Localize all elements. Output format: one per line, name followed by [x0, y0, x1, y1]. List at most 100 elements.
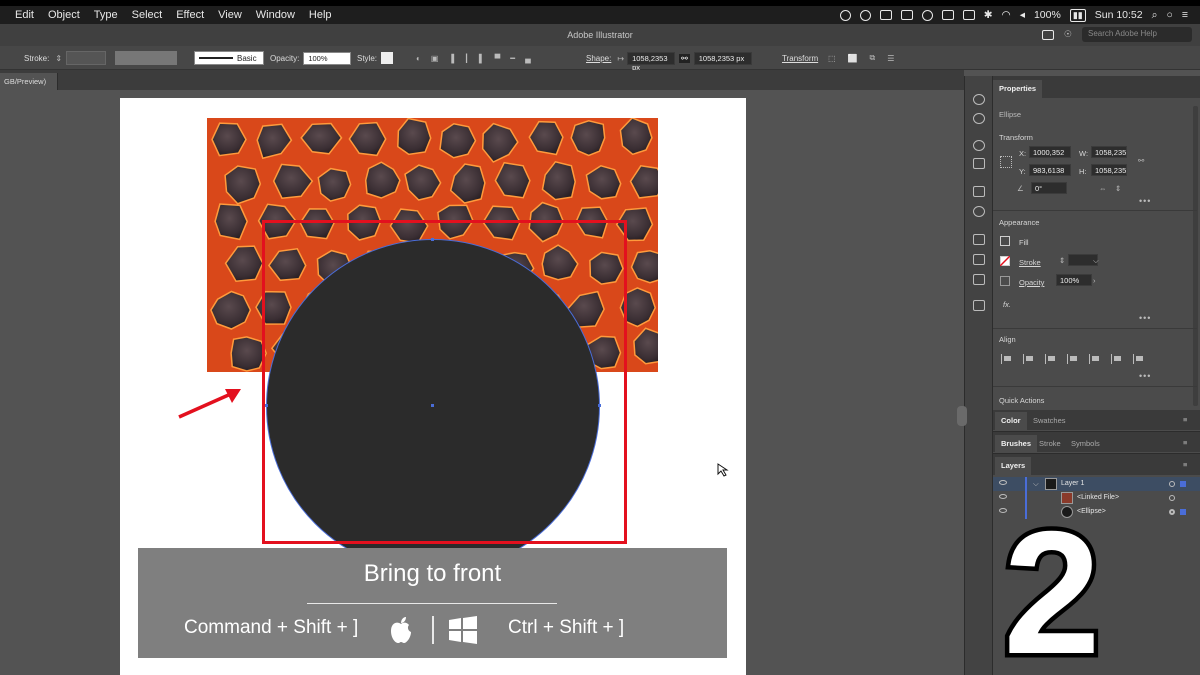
align-top-icon[interactable]: ▀ [495, 54, 501, 63]
color-panel-menu-icon[interactable]: ≡ [1183, 415, 1187, 424]
align-bottom-icon[interactable]: ▄ [525, 54, 531, 63]
record-icon[interactable] [839, 9, 851, 21]
target-circle-icon[interactable] [1169, 481, 1175, 487]
arrange-icon[interactable]: ⧉ [870, 53, 876, 63]
align-horizontal-center-icon[interactable] [1045, 354, 1057, 364]
tab-symbols[interactable]: Symbols [1065, 435, 1106, 453]
canvas[interactable]: Bring to front Command + Shift + ] Ctrl … [0, 90, 964, 675]
graphic-style-swatch[interactable] [381, 52, 394, 64]
menu-view[interactable]: View [211, 9, 249, 21]
selection-square-icon[interactable] [1180, 481, 1186, 487]
y-field[interactable]: 983,6138 [1029, 164, 1071, 176]
menu-list-icon[interactable]: ≡ [1182, 9, 1188, 21]
layer-row[interactable]: <Linked File> [993, 491, 1200, 505]
battery-icon[interactable]: ▮▮ [1069, 8, 1086, 22]
user-icon[interactable]: ○ [1167, 9, 1173, 21]
panel-menu-icon[interactable]: ☰ [887, 54, 894, 63]
tab-layers[interactable]: Layers [995, 457, 1032, 475]
align-right-edge-icon[interactable] [1067, 354, 1079, 364]
tab-stroke[interactable]: Stroke [1033, 435, 1067, 453]
panel-collapse-handle[interactable] [957, 406, 967, 426]
align-to-selection-icon[interactable] [1001, 354, 1013, 364]
stroke-weight-stepper-icon[interactable]: ⇕ [1059, 256, 1065, 265]
stroke-swatch[interactable] [1000, 256, 1010, 266]
wifi-icon[interactable]: ◠ [1002, 9, 1011, 21]
align-left-icon[interactable]: ▐ [448, 54, 454, 63]
libraries-icon[interactable] [973, 140, 985, 151]
appearance-stroke-label[interactable]: Stroke [1019, 258, 1041, 267]
selection-square-icon[interactable] [1180, 509, 1186, 515]
opacity-field[interactable]: 100% [303, 51, 352, 65]
properties-gear-icon[interactable] [973, 94, 985, 105]
opacity-expand-icon[interactable]: › [1093, 276, 1096, 285]
recolor-icon[interactable]: ◐ [416, 54, 421, 63]
transform-more-icon[interactable]: ••• [1139, 196, 1151, 206]
stroke-weight-dropdown-icon[interactable]: ⌵ [1093, 256, 1099, 266]
menu-help[interactable]: Help [302, 9, 339, 21]
transform-link[interactable]: Transform [782, 54, 818, 63]
keyboard-icon[interactable] [941, 10, 954, 20]
align-panel-icon[interactable] [973, 234, 985, 245]
shape-width-field[interactable]: 1058,2353 px [627, 51, 676, 72]
tab-brushes[interactable]: Brushes [995, 435, 1038, 453]
align-left-edge-icon[interactable] [1023, 354, 1035, 364]
tab-properties[interactable]: Properties [993, 80, 1043, 98]
align-middle-icon[interactable]: ━ [510, 54, 515, 63]
brushes-panel-menu-icon[interactable]: ≡ [1183, 438, 1187, 447]
search-icon[interactable]: ⌕ [1152, 9, 1158, 22]
tab-swatches[interactable]: Swatches [1027, 412, 1072, 430]
flip-horizontal-icon[interactable]: ⇔ [1099, 184, 1107, 193]
w-field[interactable]: 1058,235 [1091, 146, 1127, 158]
flip-vertical-icon[interactable]: ⇕ [1115, 184, 1121, 193]
align-more-icon[interactable]: ••• [1139, 371, 1151, 381]
tab-color[interactable]: Color [995, 412, 1027, 430]
visibility-eye-icon[interactable] [999, 480, 1007, 485]
airplay-icon[interactable] [962, 10, 975, 20]
export-icon[interactable] [973, 300, 985, 311]
screen-icon[interactable] [879, 10, 892, 20]
h-field[interactable]: 1058,235 [1091, 164, 1127, 176]
stroke-control[interactable]: Stroke: ⇕ [24, 51, 107, 65]
isolate-icon[interactable]: ⬜ [848, 54, 858, 63]
stroke-stepper-icon[interactable]: ⇕ [55, 54, 62, 63]
clock[interactable]: Sun 10:52 [1095, 9, 1143, 21]
drive-icon[interactable] [900, 10, 913, 20]
volume-icon[interactable]: ◂ [1020, 9, 1025, 21]
shape-height-field[interactable]: 1058,2353 px [693, 51, 752, 65]
align-right-icon[interactable]: ▌ [479, 54, 485, 63]
visibility-eye-icon[interactable] [999, 494, 1007, 499]
fill-swatch[interactable] [1000, 236, 1010, 246]
align-top-edge-icon[interactable] [1089, 354, 1101, 364]
bluetooth-icon[interactable]: ✱ [984, 9, 993, 21]
align-center-icon[interactable]: ┃ [464, 54, 469, 63]
layer-name[interactable]: Layer 1 [1061, 480, 1084, 487]
menu-effect[interactable]: Effect [169, 9, 211, 21]
lightbulb-icon[interactable]: ☉ [1064, 29, 1072, 40]
creative-cloud-icon[interactable] [859, 9, 871, 21]
constrain-proportions-icon[interactable]: ⚯ [1138, 156, 1144, 165]
align-vertical-center-icon[interactable] [1111, 354, 1123, 364]
info-icon[interactable] [973, 113, 985, 124]
align-bottom-edge-icon[interactable] [1133, 354, 1145, 364]
layers-panel-icon[interactable] [973, 254, 985, 265]
layer-row[interactable]: ⌵ Layer 1 [993, 477, 1200, 491]
shape-label[interactable]: Shape: [586, 54, 611, 63]
brush-definition-select[interactable]: Basic [194, 51, 264, 65]
expand-chevron-icon[interactable]: ⌵ [1033, 479, 1039, 489]
artboard[interactable]: Bring to front Command + Shift + ] Ctrl … [120, 98, 746, 675]
document-tab[interactable]: GB/Preview) [0, 73, 58, 90]
artboards-icon[interactable] [973, 274, 985, 285]
appearance-opacity-field[interactable]: 100% [1056, 274, 1092, 286]
layers-panel-menu-icon[interactable]: ≡ [1183, 460, 1187, 469]
align-to-icon[interactable]: ▣ [431, 54, 439, 63]
reference-point-icon[interactable] [1000, 156, 1012, 168]
stroke-weight-field[interactable] [66, 51, 107, 65]
help-search-input[interactable]: Search Adobe Help [1082, 27, 1192, 42]
sync-icon[interactable] [921, 9, 933, 21]
menu-type[interactable]: Type [87, 9, 125, 21]
fx-button[interactable]: fx. [1003, 300, 1011, 309]
appearance-more-icon[interactable]: ••• [1139, 313, 1151, 323]
arrange-documents-icon[interactable] [1041, 29, 1054, 40]
appearance-icon[interactable] [973, 206, 985, 217]
transform-panel-icon[interactable] [973, 158, 985, 169]
